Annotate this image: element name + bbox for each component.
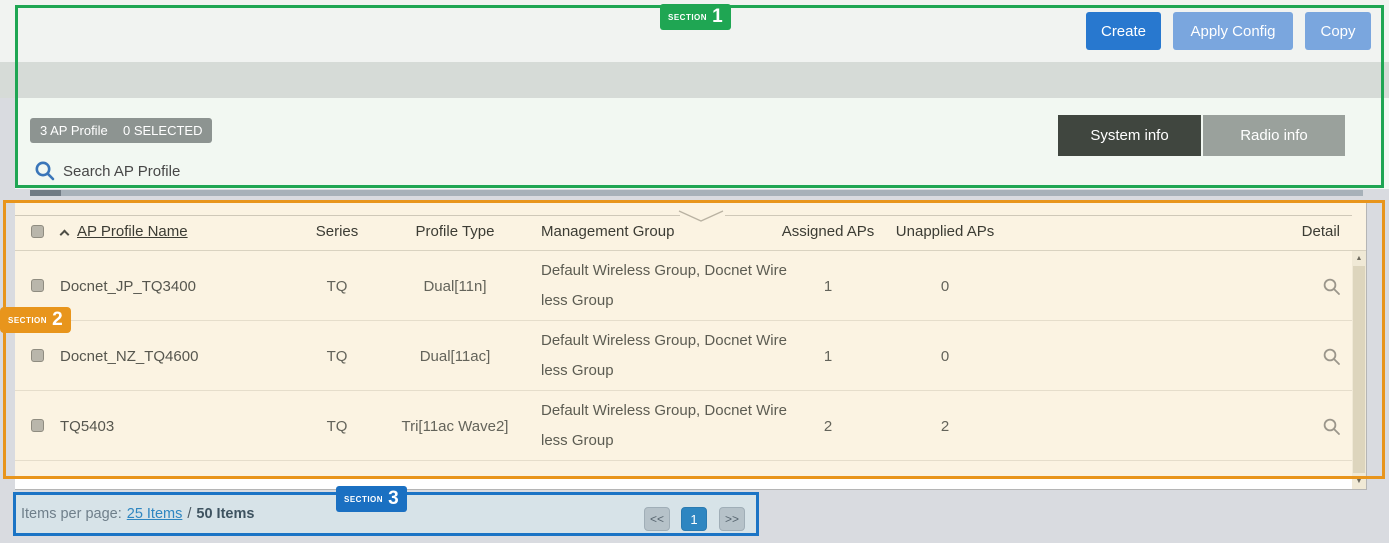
section3-word: SECTION [344,495,383,504]
tab-system-info[interactable]: System info [1058,115,1201,156]
total-items-label: 50 Items [196,506,254,522]
ap-profile-table: AP Profile Name Series Profile Type Mana… [15,200,1366,478]
section1-annotation-badge: SECTION 1 [660,4,731,30]
table-row: TQ5403 TQ Tri[11ac Wave2] Default Wirele… [15,391,1366,461]
cell-unapplied-aps: 2 [887,391,1003,461]
management-group-text: Default Wireless Group, Docnet Wireless … [541,256,787,316]
sort-ascending-icon[interactable] [60,230,70,240]
items-per-page-group: Items per page: 25 Items / 50 Items [21,492,254,536]
cell-profile-name: Docnet_JP_TQ3400 [60,251,196,321]
column-header-management-group: Management Group [541,223,674,240]
scroll-down-arrow-icon[interactable]: ▼ [1352,478,1366,485]
horizontal-scrollbar-thumb[interactable] [30,190,61,196]
copy-button[interactable]: Copy [1305,12,1371,50]
create-button[interactable]: Create [1086,12,1161,50]
section3-annotation-badge: SECTION 3 [336,486,407,512]
cell-profile-name: Docnet_NZ_TQ4600 [60,321,198,391]
cell-profile-type: Dual[11ac] [390,321,520,391]
column-header-assigned-aps: Assigned APs [770,223,886,240]
items-per-page-label: Items per page: [21,506,122,522]
ap-profile-page: Create Apply Config Copy 3 AP Profile 0 … [0,0,1389,543]
divider-band [0,62,1389,98]
apply-config-button[interactable]: Apply Config [1173,12,1293,50]
vertical-scrollbar[interactable]: ▲ ▼ [1352,251,1366,489]
row-checkbox[interactable] [31,349,44,362]
vertical-scrollbar-thumb[interactable] [1353,266,1365,473]
horizontal-scrollbar[interactable] [30,190,1363,196]
table-row: Docnet_NZ_TQ4600 TQ Dual[11ac] Default W… [15,321,1366,391]
cell-series: TQ [285,321,389,391]
previous-page-button[interactable]: << [644,507,670,531]
cell-management-group: Default Wireless Group, Docnet Wireless … [541,251,787,321]
search-input[interactable] [63,160,383,182]
selected-count-badge: 0 SELECTED [113,118,212,143]
row-checkbox[interactable] [31,419,44,432]
cell-management-group: Default Wireless Group, Docnet Wireless … [541,321,787,391]
management-group-text: Default Wireless Group, Docnet Wireless … [541,326,787,386]
cell-profile-name: TQ5403 [60,391,114,461]
cell-profile-type: Dual[11n] [390,251,520,321]
filter-panel: 3 AP Profile 0 SELECTED System info Radi… [15,98,1389,189]
scroll-up-arrow-icon[interactable]: ▲ [1352,255,1366,262]
profile-count-badge: 3 AP Profile [30,118,118,143]
management-group-text: Default Wireless Group, Docnet Wireless … [541,396,787,456]
section3-number: 3 [388,488,399,510]
select-all-checkbox[interactable] [31,225,44,238]
column-header-profile-type: Profile Type [390,223,520,240]
tab-radio-info[interactable]: Radio info [1203,115,1345,156]
detail-magnifier-icon[interactable] [1322,251,1341,321]
section2-word: SECTION [8,316,47,325]
next-page-button[interactable]: >> [719,507,745,531]
cell-series: TQ [285,251,389,321]
section2-annotation-badge: SECTION 2 [0,307,71,333]
column-header-unapplied-aps: Unapplied APs [887,223,1003,240]
section1-word: SECTION [668,13,707,22]
cell-management-group: Default Wireless Group, Docnet Wireless … [541,391,787,461]
page-size-link[interactable]: 25 Items [127,506,183,522]
table-container: AP Profile Name Series Profile Type Mana… [15,200,1367,490]
cell-series: TQ [285,391,389,461]
detail-magnifier-icon[interactable] [1322,321,1341,391]
cell-profile-type: Tri[11ac Wave2] [390,391,520,461]
column-header-name[interactable]: AP Profile Name [77,223,188,240]
column-header-series: Series [285,223,389,240]
pagination-separator: / [187,506,191,522]
cell-assigned-aps: 2 [770,391,886,461]
cell-assigned-aps: 1 [770,251,886,321]
section2-number: 2 [52,309,63,331]
table-row: Docnet_JP_TQ3400 TQ Dual[11n] Default Wi… [15,251,1366,321]
cell-assigned-aps: 1 [770,321,886,391]
column-header-detail: Detail [1302,223,1340,240]
current-page-button[interactable]: 1 [681,507,707,531]
detail-magnifier-icon[interactable] [1322,391,1341,461]
row-checkbox[interactable] [31,279,44,292]
cell-unapplied-aps: 0 [887,321,1003,391]
section1-number: 1 [712,6,723,28]
cell-unapplied-aps: 0 [887,251,1003,321]
table-header-row: AP Profile Name Series Profile Type Mana… [15,215,1366,251]
search-icon [34,160,56,187]
